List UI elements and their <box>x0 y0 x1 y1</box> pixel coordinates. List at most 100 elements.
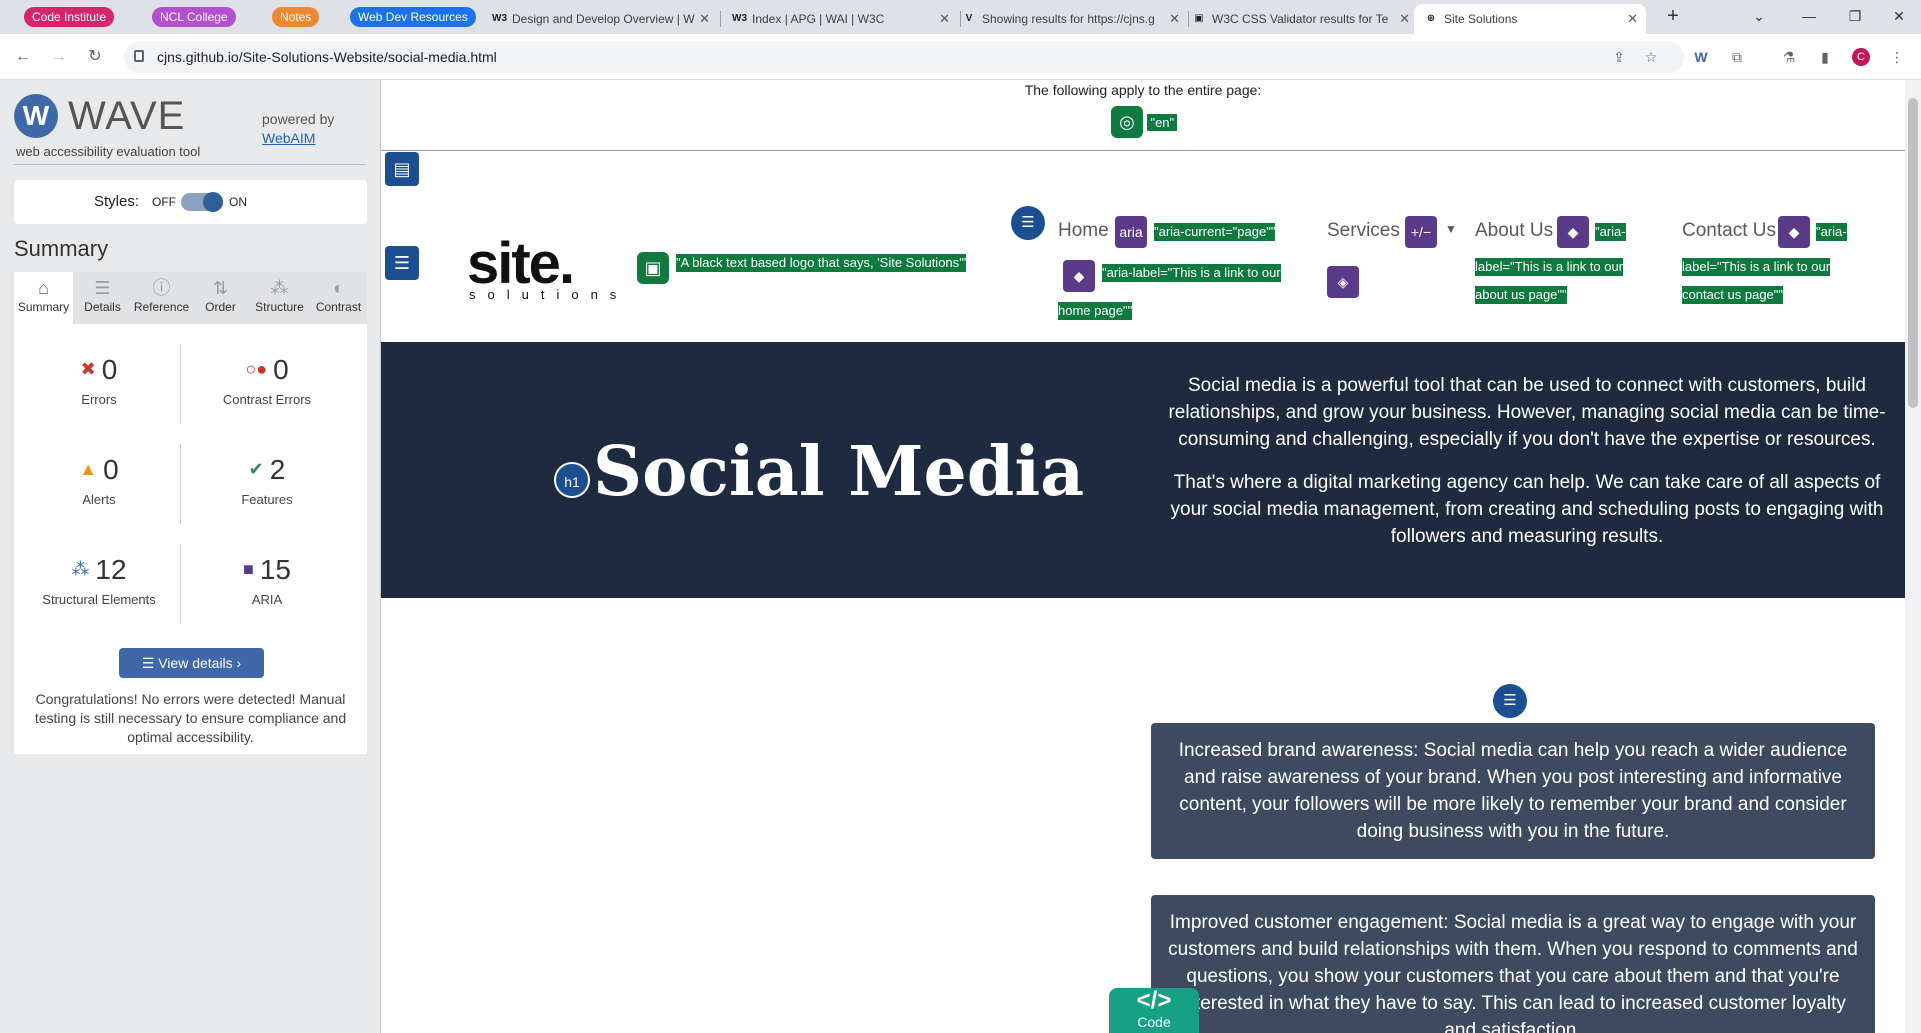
language-globe-icon[interactable]: ◎ <box>1111 106 1143 138</box>
error-icon: ✖ <box>80 359 96 379</box>
aria-label-icon[interactable]: ◆ <box>1063 260 1095 292</box>
aria-label-icon[interactable]: ◆ <box>1778 216 1810 248</box>
w3c-icon: W3 <box>732 13 747 24</box>
address-bar[interactable]: cjns.github.io/Site-Solutions-Website/so… <box>124 41 1684 73</box>
tab-title: Showing results for https://cjns.g <box>982 12 1155 26</box>
bookmark-notes[interactable]: Notes <box>272 7 320 27</box>
side-panel-icon[interactable]: ▮ <box>1816 48 1834 66</box>
aria-expanded-icon[interactable]: +/− <box>1405 216 1437 248</box>
nav-home[interactable]: Home <box>1058 220 1109 242</box>
tab-search-icon[interactable]: ⌄ <box>1736 0 1782 34</box>
w3c-css-icon: ▣ <box>1194 13 1204 24</box>
styles-off-label: OFF <box>152 195 176 209</box>
chevron-down-icon[interactable]: ▼ <box>1445 222 1457 236</box>
tab-validator-results[interactable]: V Showing results for https://cjns.g ✕ <box>952 4 1188 34</box>
stat-value: 0 <box>103 454 119 485</box>
page-scrollbar[interactable] <box>1905 80 1921 1033</box>
stat-label: ARIA <box>251 592 283 607</box>
alert-icon: ▲ <box>79 459 98 479</box>
browser-tab-bar: Code Institute NCL College Notes Web Dev… <box>0 0 1921 34</box>
tab-details[interactable]: ☰ Details <box>73 272 132 324</box>
feature-icon: ✔ <box>248 459 264 479</box>
stat-structural-elements[interactable]: ⁂ 12 Structural Elements <box>14 534 184 624</box>
nav-contact[interactable]: Contact Us <box>1682 220 1776 242</box>
page-level-icons: ◎ "en" <box>1111 106 1178 138</box>
nav-region-icon[interactable]: ☰ <box>385 246 419 280</box>
tab-contrast[interactable]: ◐ Contrast <box>309 272 368 324</box>
tab-title: W3C CSS Validator results for Te <box>1212 12 1389 26</box>
powered-by-label: powered by <box>262 111 335 127</box>
restore-icon[interactable]: ❐ <box>1832 0 1878 34</box>
back-icon[interactable]: ← <box>12 46 34 68</box>
wave-extension-icon[interactable]: W <box>1692 48 1710 66</box>
stat-aria[interactable]: ■ 15 ARIA <box>182 534 352 624</box>
styles-toggle[interactable] <box>181 192 223 212</box>
stat-contrast-errors[interactable]: ○● 0 Contrast Errors <box>182 334 352 424</box>
list-icon[interactable]: ☰ <box>1493 684 1527 718</box>
site-logo-sub: solutions <box>469 287 629 302</box>
nav-about[interactable]: About Us <box>1475 220 1553 242</box>
nav-services[interactable]: Services <box>1327 220 1400 242</box>
powered-by: powered by WebAIM <box>262 110 334 148</box>
styles-label: Styles: <box>94 193 140 210</box>
view-details-button[interactable]: ☰ View details › <box>119 648 264 678</box>
tab-reference[interactable]: ⓘ Reference <box>132 272 191 324</box>
contact-aria-label-tag: "aria- <box>1816 223 1847 241</box>
close-icon[interactable]: ✕ <box>939 4 950 34</box>
list-icon[interactable]: ☰ <box>1011 206 1045 240</box>
view-details-label: View details › <box>158 655 242 671</box>
new-tab-icon[interactable]: + <box>1650 0 1696 34</box>
tab-structure[interactable]: ⁂ Structure <box>250 272 309 324</box>
aria-current-tag: "aria-current="page"" <box>1154 223 1276 241</box>
tab-site-solutions[interactable]: ⊕ Site Solutions ✕ <box>1414 4 1646 34</box>
bookmark-code-institute[interactable]: Code Institute <box>24 7 115 27</box>
bookmark-ncl-college[interactable]: NCL College <box>152 7 236 27</box>
menu-icon[interactable]: ⋮ <box>1888 48 1906 66</box>
benefit-card: Improved customer engagement: Social med… <box>1151 895 1875 1033</box>
summary-heading: Summary <box>14 236 109 261</box>
h1-icon[interactable]: h1 <box>554 462 590 498</box>
bookmark-star-icon[interactable]: ☆ <box>1642 48 1660 66</box>
close-icon[interactable]: ✕ <box>1627 4 1638 34</box>
hero-paragraph: Social media is a powerful tool that can… <box>1168 375 1886 450</box>
tab-css-validator[interactable]: ▣ W3C CSS Validator results for Te ✕ <box>1182 4 1418 34</box>
contrast-error-icon: ○● <box>245 359 268 379</box>
tab-summary[interactable]: ⌂ Summary <box>14 272 73 324</box>
header-region-icon[interactable]: ▤ <box>385 152 419 186</box>
apply-entire-page-text: The following apply to the entire page: <box>1024 82 1262 98</box>
code-toggle-button[interactable]: </> Code <box>1109 988 1199 1033</box>
webaim-link[interactable]: WebAIM <box>262 130 315 146</box>
tab-label: Summary <box>17 300 70 314</box>
tab-order[interactable]: ⇅ Order <box>191 272 250 324</box>
labs-icon[interactable]: ⚗ <box>1780 48 1798 66</box>
tab-title: Design and Develop Overview | W <box>512 12 695 26</box>
info-icon: ⓘ <box>152 278 171 298</box>
aria-label-icon[interactable]: ◆ <box>1557 216 1589 248</box>
image-alt-icon[interactable]: ▣ <box>637 252 669 284</box>
tab-design-develop[interactable]: W3 Design and Develop Overview | W ✕ <box>482 4 718 34</box>
tab-apg-index[interactable]: W3 Index | APG | WAI | W3C ✕ <box>722 4 958 34</box>
stat-alerts[interactable]: ▲ 0 Alerts <box>14 434 184 524</box>
close-icon[interactable]: ✕ <box>1399 4 1410 34</box>
stat-errors[interactable]: ✖ 0 Errors <box>14 334 184 424</box>
congrats-message: Congratulations! No errors were detected… <box>34 691 347 745</box>
close-icon[interactable]: ✕ <box>1169 4 1180 34</box>
globe-icon: ⊕ <box>1426 13 1436 24</box>
share-icon[interactable]: ⇪ <box>1610 48 1628 66</box>
wave-subtitle: web accessibility evaluation tool <box>16 144 201 159</box>
extensions-icon[interactable]: ⧉ <box>1728 48 1746 66</box>
wave-logo-icon: W <box>14 94 58 138</box>
aria-icon[interactable]: aria <box>1115 216 1147 248</box>
aria-menu-icon[interactable]: ◈ <box>1327 266 1359 298</box>
minimize-icon[interactable]: — <box>1786 0 1832 34</box>
reload-icon[interactable]: ↻ <box>84 46 106 68</box>
close-window-icon[interactable]: ✕ <box>1876 0 1921 34</box>
profile-avatar[interactable]: C <box>1852 48 1870 66</box>
page-title: Social Media <box>593 432 1085 512</box>
bookmark-web-dev-resources[interactable]: Web Dev Resources <box>350 7 476 27</box>
stat-features[interactable]: ✔ 2 Features <box>182 434 352 524</box>
w3c-icon: W3 <box>492 13 507 24</box>
close-icon[interactable]: ✕ <box>699 4 710 34</box>
forward-icon[interactable]: → <box>48 46 70 68</box>
scrollbar-thumb[interactable] <box>1908 98 1918 408</box>
